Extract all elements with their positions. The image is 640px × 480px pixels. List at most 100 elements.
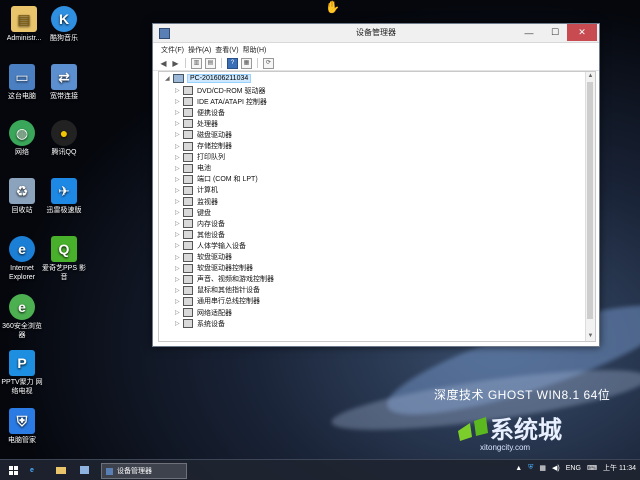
desktop-icon-qq[interactable]: ● 腾讯QQ xyxy=(42,120,86,157)
desktop-icon-iqiyi[interactable]: Q 爱奇艺PPS 影音 xyxy=(42,236,86,282)
menu-help[interactable]: 帮助(H) xyxy=(243,45,267,55)
tree-root[interactable]: ◢ PC-201606211034 xyxy=(165,74,252,83)
menu-file[interactable]: 文件(F) xyxy=(161,45,184,55)
expand-chevron-icon[interactable]: ▷ xyxy=(175,143,183,150)
menu-view[interactable]: 查看(V) xyxy=(215,45,238,55)
close-button[interactable]: ✕ xyxy=(567,24,597,41)
expand-chevron-icon[interactable]: ▷ xyxy=(175,120,183,127)
tree-item[interactable]: ▷ 处理器 xyxy=(175,118,218,129)
desktop-icon-computer[interactable]: ▭ 这台电脑 xyxy=(0,64,44,101)
expand-chevron-icon[interactable]: ▷ xyxy=(175,176,183,183)
tree-item[interactable]: ▷ 键盘 xyxy=(175,207,211,218)
desktop-icon-broadband[interactable]: ⇄ 宽带连接 xyxy=(42,64,86,101)
window-titlebar[interactable]: 设备管理器 — ☐ ✕ xyxy=(153,24,599,43)
minimize-button[interactable]: — xyxy=(517,24,541,41)
expand-chevron-icon[interactable]: ▷ xyxy=(175,265,183,272)
forward-arrow-icon[interactable]: ▶ xyxy=(171,59,180,68)
volume-icon[interactable]: ◀) xyxy=(552,464,560,472)
taskbar-explorer-button[interactable] xyxy=(56,463,68,477)
tree-item-label: 磁盘驱动器 xyxy=(197,131,232,139)
desktop-icon-pptv[interactable]: P PPTV聚力 网络电视 xyxy=(0,350,44,396)
tree-item[interactable]: ▷ 声音、视频和游戏控制器 xyxy=(175,274,274,285)
desktop-icon-ie[interactable]: e Internet Explorer xyxy=(0,236,44,282)
expand-chevron-icon[interactable]: ▷ xyxy=(175,276,183,283)
tree-item[interactable]: ▷ 计算机 xyxy=(175,185,218,196)
expand-chevron-icon[interactable]: ▷ xyxy=(175,154,183,161)
taskbar-device-manager-button[interactable]: 设备管理器 xyxy=(101,463,187,479)
help-icon[interactable]: ? xyxy=(227,57,238,69)
tree-item[interactable]: ▷ 磁盘驱动器 xyxy=(175,129,232,140)
expand-chevron-icon[interactable]: ▷ xyxy=(175,87,183,94)
tree-item[interactable]: ▷ 通用串行总线控制器 xyxy=(175,296,260,307)
expand-chevron-icon[interactable]: ▷ xyxy=(175,220,183,227)
tree-item[interactable]: ▷ 端口 (COM 和 LPT) xyxy=(175,174,258,185)
expand-chevron-icon[interactable]: ▷ xyxy=(175,131,183,138)
start-button[interactable] xyxy=(6,463,20,477)
expand-chevron-icon[interactable]: ▷ xyxy=(175,187,183,194)
keyboard-icon[interactable]: ⌨ xyxy=(587,464,597,472)
taskbar-app-button[interactable] xyxy=(80,463,92,477)
input-language[interactable]: ENG xyxy=(566,465,581,472)
desktop-icon-recycle-bin[interactable]: ♻ 回收站 xyxy=(0,178,44,215)
expand-chevron-icon[interactable]: ▷ xyxy=(175,320,183,327)
desktop-icon-thunder[interactable]: ✈ 迅雷极速版 xyxy=(42,178,86,215)
clock[interactable]: 上午 11:34 xyxy=(603,463,636,473)
device-tree[interactable]: ◢ PC-201606211034 ▷ DVD/CD-ROM 驱动器 ▷ IDE AT… xyxy=(158,71,596,342)
scroll-up-icon[interactable]: ▲ xyxy=(586,72,595,81)
desktop-icon-pc-manager[interactable]: ⛨ 电脑管家 xyxy=(0,408,44,445)
expand-chevron-icon[interactable]: ▷ xyxy=(175,287,183,294)
tree-item[interactable]: ▷ 内存设备 xyxy=(175,218,225,229)
taskbar-ie-button[interactable]: e xyxy=(30,463,42,477)
action-pane-icon[interactable]: ▦ xyxy=(241,57,252,69)
tree-item-label: 键盘 xyxy=(197,209,211,217)
scan-hardware-icon[interactable]: ⟳ xyxy=(263,57,274,69)
expand-chevron-icon[interactable]: ▷ xyxy=(175,298,183,305)
tree-item[interactable]: ▷ 系统设备 xyxy=(175,318,225,329)
show-hide-tree-icon[interactable]: ▥ xyxy=(191,57,202,69)
tree-item[interactable]: ▷ 存储控制器 xyxy=(175,141,232,152)
tray-expand-icon[interactable]: ▲ xyxy=(515,465,522,472)
tree-item[interactable]: ▷ 网络适配器 xyxy=(175,307,232,318)
desktop-icon-administrator[interactable]: ▤ Administr... xyxy=(2,6,46,43)
recycle-bin-icon: ♻ xyxy=(9,178,35,204)
tree-item[interactable]: ▷ 软盘驱动器 xyxy=(175,252,232,263)
expand-chevron-icon[interactable]: ▷ xyxy=(175,165,183,172)
menu-action[interactable]: 操作(A) xyxy=(188,45,211,55)
tree-item-label: 打印队列 xyxy=(197,154,225,162)
expand-chevron-icon[interactable]: ▷ xyxy=(175,198,183,205)
expand-chevron-icon[interactable]: ▷ xyxy=(175,231,183,238)
shield-icon[interactable]: ⛨ xyxy=(528,464,533,472)
expand-chevron-icon[interactable]: ▷ xyxy=(175,254,183,261)
back-arrow-icon[interactable]: ◀ xyxy=(159,59,168,68)
tree-item-label: DVD/CD-ROM 驱动器 xyxy=(197,87,266,95)
tree-item[interactable]: ▷ 打印队列 xyxy=(175,152,225,163)
tree-item[interactable]: ▷ 人体学输入设备 xyxy=(175,240,246,251)
tree-item[interactable]: ▷ 电池 xyxy=(175,163,211,174)
expand-chevron-icon[interactable]: ▷ xyxy=(175,209,183,216)
tree-item[interactable]: ▷ DVD/CD-ROM 驱动器 xyxy=(175,85,265,96)
expand-chevron-icon[interactable]: ▷ xyxy=(175,98,183,105)
vertical-scrollbar[interactable]: ▲ ▼ xyxy=(585,72,595,341)
scroll-thumb[interactable] xyxy=(587,82,593,319)
collapse-chevron-icon[interactable]: ◢ xyxy=(165,75,173,82)
desktop-icon-360[interactable]: e 360安全浏览器 xyxy=(0,294,44,340)
tree-item-label: 端口 (COM 和 LPT) xyxy=(197,176,258,184)
tree-item[interactable]: ▷ 鼠标和其他指针设备 xyxy=(175,285,260,296)
expand-chevron-icon[interactable]: ▷ xyxy=(175,309,183,316)
expand-chevron-icon[interactable]: ▷ xyxy=(175,242,183,249)
tree-item[interactable]: ▷ 监视器 xyxy=(175,196,218,207)
network-tray-icon[interactable]: ▦ xyxy=(539,464,546,472)
logo-text: 系统城 xyxy=(490,415,562,444)
scroll-down-icon[interactable]: ▼ xyxy=(586,332,595,341)
tree-item[interactable]: ▷ IDE ATA/ATAPI 控制器 xyxy=(175,96,267,107)
desktop-icon-kugou[interactable]: K 酷狗音乐 xyxy=(42,6,86,43)
tree-item[interactable]: ▷ 便携设备 xyxy=(175,107,225,118)
tree-item[interactable]: ▷ 其他设备 xyxy=(175,229,225,240)
maximize-button[interactable]: ☐ xyxy=(543,24,567,41)
desktop-icon-network[interactable]: ◍ 网络 xyxy=(0,120,44,157)
expand-chevron-icon[interactable]: ▷ xyxy=(175,109,183,116)
device-manager-window[interactable]: 设备管理器 — ☐ ✕ 文件(F) 操作(A) 查看(V) 帮助(H) ◀ ▶ … xyxy=(152,23,600,347)
computer-small-icon xyxy=(173,74,184,83)
properties-icon[interactable]: ▤ xyxy=(205,57,216,69)
tree-item[interactable]: ▷ 软盘驱动器控制器 xyxy=(175,263,253,274)
